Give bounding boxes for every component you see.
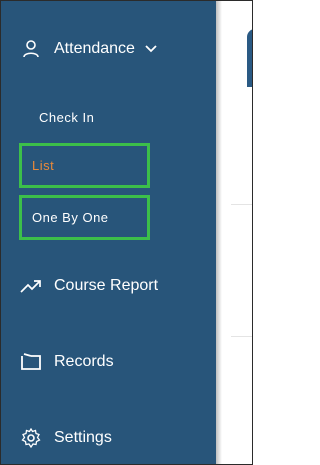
- sidebar-item-attendance[interactable]: Attendance: [1, 29, 216, 69]
- submenu-item-check-in[interactable]: Check In: [39, 97, 94, 137]
- content-shadow: [216, 1, 222, 464]
- chevron-down-icon: [145, 45, 157, 53]
- content-header-edge: [247, 29, 252, 87]
- submenu-item-list[interactable]: List: [19, 143, 150, 188]
- sidebar-item-label: Records: [54, 353, 114, 370]
- app-frame: Attendance Check In List One By One Cour…: [0, 0, 253, 465]
- gear-icon: [18, 425, 44, 451]
- folder-icon: [18, 349, 44, 375]
- sidebar-item-label: Attendance: [54, 40, 135, 57]
- submenu-item-label: One By One: [32, 210, 109, 225]
- submenu-item-one-by-one[interactable]: One By One: [19, 195, 150, 240]
- content-divider: [231, 336, 252, 337]
- content-divider: [231, 204, 252, 205]
- submenu-item-label: List: [32, 158, 55, 173]
- trend-up-icon: [18, 273, 44, 299]
- sidebar-item-label: Course Report: [54, 277, 159, 294]
- sidebar-item-settings[interactable]: Settings: [1, 418, 216, 458]
- submenu-item-label: Check In: [39, 109, 95, 125]
- sidebar-item-course-report[interactable]: Course Report: [1, 266, 216, 306]
- sidebar-item-records[interactable]: Records: [1, 342, 216, 382]
- sidebar-item-label: Settings: [54, 429, 112, 446]
- user-icon: [18, 36, 44, 62]
